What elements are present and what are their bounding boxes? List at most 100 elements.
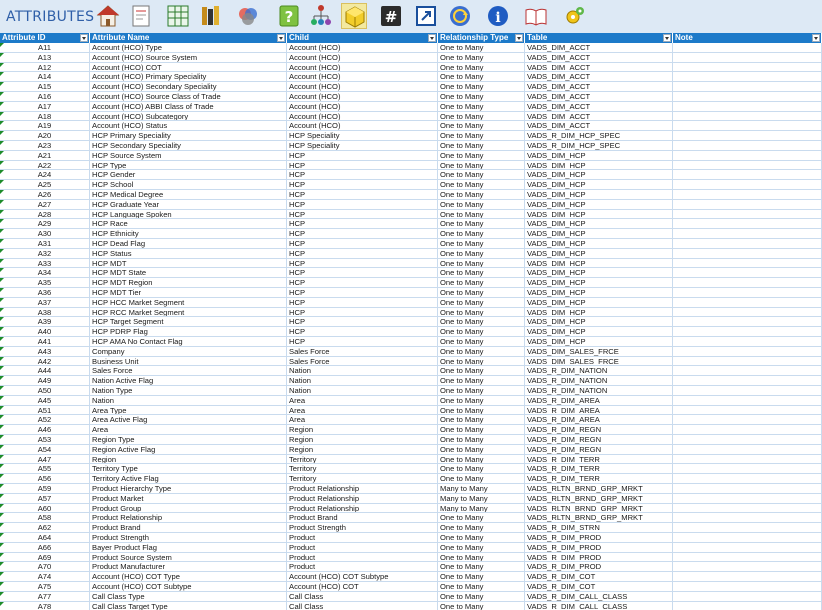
cell-child[interactable]: Product	[287, 562, 438, 572]
cell-relationship-type[interactable]: One to Many	[438, 591, 525, 601]
cell-attribute-id[interactable]: A34	[0, 268, 90, 278]
cell-note[interactable]	[673, 72, 822, 82]
cell-attribute-id[interactable]: A22	[0, 160, 90, 170]
cell-attribute-name[interactable]: Region Type	[90, 435, 287, 444]
cell-relationship-type[interactable]: One to Many	[438, 82, 525, 91]
cell-note[interactable]	[673, 111, 822, 121]
cell-table[interactable]: VADS_R_DIM_REGN	[525, 435, 673, 444]
table-row[interactable]: A27 HCP Graduate Year HCP One to Many VADS_D…	[0, 199, 822, 210]
cell-child[interactable]: Area	[287, 405, 438, 415]
info-button[interactable]: i	[485, 3, 511, 29]
cell-child[interactable]: HCP	[287, 190, 438, 199]
table-row[interactable]: A40 HCP PDRP Flag HCP One to Many VADS_DIM_H…	[0, 327, 822, 337]
cell-note[interactable]	[673, 542, 822, 552]
cell-table[interactable]: VADS_R_DIM_NATION	[525, 386, 673, 395]
cell-attribute-name[interactable]: Product Strength	[90, 533, 287, 542]
cell-attribute-name[interactable]: HCP Ethnicity	[90, 229, 287, 238]
table-row[interactable]: A37 HCP HCC Market Segment HCP One to Many V…	[0, 297, 822, 308]
cell-attribute-id[interactable]: A77	[0, 591, 90, 601]
hashtag-button[interactable]: #	[378, 3, 404, 29]
table-row[interactable]: A55 Territory Type Territory One to Many VAD…	[0, 464, 822, 475]
table-row[interactable]: A45 Nation Area One to Many VADS_R_DIM_AREA	[0, 395, 822, 406]
cell-attribute-id[interactable]: A20	[0, 131, 90, 140]
table-row[interactable]: A20 HCP Primary Speciality HCP Speciality O…	[0, 131, 822, 141]
cell-attribute-name[interactable]: Area Active Flag	[90, 415, 287, 425]
table-row[interactable]: A21 HCP Source System HCP One to Many VADS_D…	[0, 150, 822, 161]
cell-attribute-id[interactable]: A15	[0, 82, 90, 91]
cell-table[interactable]: VADS_DIM_HCP	[525, 170, 673, 180]
cell-child[interactable]: Call Class	[287, 591, 438, 601]
cell-table[interactable]: VADS_DIM_ACCT	[525, 121, 673, 131]
table-row[interactable]: A50 Nation Type Nation One to Many VADS_R_DI…	[0, 386, 822, 396]
cell-attribute-id[interactable]: A17	[0, 101, 90, 111]
cell-table[interactable]: VADS_R_DIM_NATION	[525, 366, 673, 376]
cell-note[interactable]	[673, 591, 822, 601]
cell-attribute-id[interactable]: A44	[0, 366, 90, 376]
cell-relationship-type[interactable]: One to Many	[438, 131, 525, 140]
cell-attribute-id[interactable]: A69	[0, 552, 90, 562]
table-row[interactable]: A51 Area Type Area One to Many VADS_R_DIM_AR…	[0, 405, 822, 416]
cell-attribute-name[interactable]: HCP RCC Market Segment	[90, 307, 287, 317]
cell-table[interactable]: VADS_R_DIM_TERR	[525, 464, 673, 474]
table-row[interactable]: A53 Region Type Region One to Many VADS_R_DI…	[0, 435, 822, 445]
table-row[interactable]: A56 Territory Active Flag Territory One to …	[0, 474, 822, 484]
table-row[interactable]: A59 Product Hierarchy Type Product Relatio…	[0, 484, 822, 494]
cell-relationship-type[interactable]: One to Many	[438, 542, 525, 552]
cell-table[interactable]: VADS_R_DIM_REGN	[525, 444, 673, 454]
cell-note[interactable]	[673, 170, 822, 180]
cell-note[interactable]	[673, 82, 822, 91]
table-row[interactable]: A46 Area Region One to Many VADS_R_DIM_REGN	[0, 425, 822, 435]
cell-relationship-type[interactable]: One to Many	[438, 572, 525, 581]
spreadsheet-button[interactable]	[165, 3, 191, 29]
cell-relationship-type[interactable]: One to Many	[438, 62, 525, 72]
cell-relationship-type[interactable]: One to Many	[438, 474, 525, 483]
cell-child[interactable]: HCP	[287, 317, 438, 327]
cell-attribute-id[interactable]: A62	[0, 523, 90, 532]
cell-attribute-id[interactable]: A14	[0, 72, 90, 82]
cell-note[interactable]	[673, 297, 822, 307]
cell-attribute-id[interactable]: A24	[0, 170, 90, 180]
cell-attribute-name[interactable]: Product Market	[90, 493, 287, 503]
cell-attribute-id[interactable]: A45	[0, 395, 90, 405]
cell-note[interactable]	[673, 415, 822, 425]
cell-table[interactable]: VADS_R_DIM_PROD	[525, 533, 673, 542]
cell-attribute-id[interactable]: A55	[0, 464, 90, 474]
cell-child[interactable]: Account (HCO)	[287, 52, 438, 62]
cell-attribute-name[interactable]: Territory Active Flag	[90, 474, 287, 483]
cell-note[interactable]	[673, 503, 822, 513]
cell-attribute-name[interactable]: HCP Secondary Speciality	[90, 141, 287, 150]
table-row[interactable]: A75 Account (HCO) COT Subtype Account (HCO…	[0, 582, 822, 592]
cell-note[interactable]	[673, 160, 822, 170]
cell-attribute-name[interactable]: HCP Primary Speciality	[90, 131, 287, 140]
cell-relationship-type[interactable]: One to Many	[438, 180, 525, 189]
filter-dropdown-icon[interactable]	[428, 34, 436, 42]
cell-relationship-type[interactable]: One to Many	[438, 444, 525, 454]
cell-note[interactable]	[673, 562, 822, 572]
cell-relationship-type[interactable]: One to Many	[438, 160, 525, 170]
cell-relationship-type[interactable]: Many to Many	[438, 493, 525, 503]
cell-table[interactable]: VADS_RLTN_BRND_GRP_MRKT	[525, 484, 673, 493]
cell-note[interactable]	[673, 425, 822, 434]
table-row[interactable]: A64 Product Strength Product One to Many VAD…	[0, 533, 822, 543]
cell-child[interactable]: Product Relationship	[287, 484, 438, 493]
cell-attribute-name[interactable]: Business Unit	[90, 356, 287, 366]
table-row[interactable]: A60 Product Group Product Relationship Many…	[0, 503, 822, 514]
cell-attribute-name[interactable]: HCP Language Spoken	[90, 209, 287, 219]
cell-attribute-id[interactable]: A36	[0, 288, 90, 297]
table-row[interactable]: A58 Product Relationship Product Brand One …	[0, 513, 822, 524]
cell-child[interactable]: Nation	[287, 376, 438, 385]
cell-attribute-id[interactable]: A29	[0, 219, 90, 229]
cell-table[interactable]: VADS_DIM_HCP	[525, 239, 673, 248]
cell-child[interactable]: HCP	[287, 229, 438, 238]
table-row[interactable]: A11 Account (HCO) Type Account (HCO) One to…	[0, 43, 822, 53]
cell-attribute-name[interactable]: Area Type	[90, 405, 287, 415]
cell-relationship-type[interactable]: One to Many	[438, 582, 525, 591]
cell-relationship-type[interactable]: One to Many	[438, 219, 525, 229]
column-header-table[interactable]: Table	[525, 33, 673, 43]
cube-button[interactable]	[341, 3, 367, 29]
cell-attribute-name[interactable]: HCP HCC Market Segment	[90, 297, 287, 307]
column-header-attribute-id[interactable]: Attribute ID	[0, 33, 90, 43]
cell-relationship-type[interactable]: One to Many	[438, 72, 525, 82]
cell-attribute-name[interactable]: Account (HCO) Source Class of Trade	[90, 92, 287, 101]
cell-attribute-name[interactable]: Territory Type	[90, 464, 287, 474]
